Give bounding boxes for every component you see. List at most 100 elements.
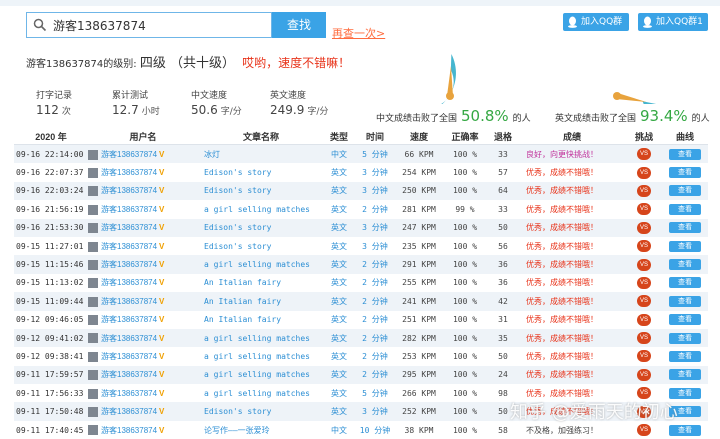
user-link[interactable]: 游客138637874 [101,407,157,416]
cell-curve[interactable]: 查看 [662,292,708,311]
cell-challenge[interactable]: VS [626,200,662,219]
user-link[interactable]: 游客138637874 [101,370,157,379]
cell-article-title[interactable]: Edison's story [198,181,324,201]
cell-user[interactable]: 游客138637874 V [88,273,198,293]
cell-challenge[interactable]: VS [626,365,662,385]
vs-challenge-button[interactable]: VS [637,332,651,345]
cell-curve[interactable]: 查看 [662,347,708,366]
cell-article-title[interactable]: a girl selling matches [198,255,324,274]
vs-challenge-button[interactable]: VS [637,424,651,437]
cell-article-title[interactable]: An Italian fairy [198,273,324,293]
vs-challenge-button[interactable]: VS [637,350,651,363]
cell-challenge[interactable]: VS [626,292,662,311]
join-qq-group-2-button[interactable]: 加入QQ群2 [563,13,629,45]
user-link[interactable]: 游客138637874 [101,260,157,269]
cell-user[interactable]: 游客138637874 V [88,200,198,219]
cell-article-title[interactable]: a girl selling matches [198,200,324,219]
view-curve-button[interactable]: 查看 [669,240,701,252]
cell-curve[interactable]: 查看 [662,310,708,329]
user-link[interactable]: 游客138637874 [101,426,157,435]
cell-user[interactable]: 游客138637874 V [88,384,198,403]
view-curve-button[interactable]: 查看 [669,167,701,179]
cell-challenge[interactable]: VS [626,144,662,164]
cell-article-title[interactable]: 论写作——一张爱玲 [198,420,324,439]
vs-challenge-button[interactable]: VS [637,295,651,308]
cell-user[interactable]: 游客138637874 V [88,365,198,385]
view-curve-button[interactable]: 查看 [669,369,701,381]
cell-user[interactable]: 游客138637874 V [88,328,198,348]
cell-user[interactable]: 游客138637874 V [88,236,198,256]
view-curve-button[interactable]: 查看 [669,222,701,234]
cell-user[interactable]: 游客138637874 V [88,255,198,274]
cell-article-title[interactable]: a girl selling matches [198,347,324,366]
cell-curve[interactable]: 查看 [662,218,708,237]
view-curve-button[interactable]: 查看 [669,277,701,289]
user-link[interactable]: 游客138637874 [101,186,157,195]
view-curve-button[interactable]: 查看 [669,350,701,362]
cell-challenge[interactable]: VS [626,328,662,348]
cell-user[interactable]: 游客138637874 V [88,218,198,237]
cell-user[interactable]: 游客138637874 V [88,402,198,421]
cell-article-title[interactable]: Edison's story [198,218,324,237]
cell-article-title[interactable]: Edison's story [198,163,324,182]
cell-user[interactable]: 游客138637874 V [88,310,198,329]
cell-challenge[interactable]: VS [626,273,662,293]
cell-curve[interactable]: 查看 [662,365,708,385]
join-qq-group-1-button[interactable]: 加入QQ群1 [638,13,708,31]
cell-article-title[interactable]: An Italian fairy [198,310,324,329]
cell-challenge[interactable]: VS [626,310,662,329]
vs-challenge-button[interactable]: VS [637,368,651,381]
view-curve-button[interactable]: 查看 [669,295,701,307]
cell-challenge[interactable]: VS [626,236,662,256]
cell-article-title[interactable]: 冰灯 [198,144,324,164]
cell-challenge[interactable]: VS [626,255,662,274]
cell-challenge[interactable]: VS [626,181,662,201]
view-curve-button[interactable]: 查看 [669,203,701,215]
user-link[interactable]: 游客138637874 [101,168,157,177]
cell-curve[interactable]: 查看 [662,328,708,348]
vs-challenge-button[interactable]: VS [637,313,651,326]
vs-challenge-button[interactable]: VS [637,184,651,197]
user-link[interactable]: 游客138637874 [101,352,157,361]
user-link[interactable]: 游客138637874 [101,223,157,232]
cell-curve[interactable]: 查看 [662,236,708,256]
vs-challenge-button[interactable]: VS [637,240,651,253]
view-curve-button[interactable]: 查看 [669,259,701,271]
user-link[interactable]: 游客138637874 [101,315,157,324]
vs-challenge-button[interactable]: VS [637,148,651,161]
cell-challenge[interactable]: VS [626,347,662,366]
search-again-link[interactable]: 再查一次> [332,25,385,41]
user-link[interactable]: 游客138637874 [101,242,157,251]
view-curve-button[interactable]: 查看 [669,148,701,160]
cell-article-title[interactable]: Edison's story [198,402,324,421]
view-curve-button[interactable]: 查看 [669,332,701,344]
search-input[interactable]: 游客138637874 [53,17,146,34]
cell-user[interactable]: 游客138637874 V [88,347,198,366]
cell-article-title[interactable]: An Italian fairy [198,292,324,311]
cell-article-title[interactable]: a girl selling matches [198,384,324,403]
user-link[interactable]: 游客138637874 [101,389,157,398]
user-link[interactable]: 游客138637874 [101,205,157,214]
cell-curve[interactable]: 查看 [662,181,708,201]
vs-challenge-button[interactable]: VS [637,166,651,179]
user-link[interactable]: 游客138637874 [101,150,157,159]
cell-curve[interactable]: 查看 [662,273,708,293]
user-link[interactable]: 游客138637874 [101,278,157,287]
cell-user[interactable]: 游客138637874 V [88,292,198,311]
cell-user[interactable]: 游客138637874 V [88,181,198,201]
cell-curve[interactable]: 查看 [662,144,708,164]
user-link[interactable]: 游客138637874 [101,334,157,343]
cell-article-title[interactable]: a girl selling matches [198,328,324,348]
user-link[interactable]: 游客138637874 [101,297,157,306]
view-curve-button[interactable]: 查看 [669,424,701,436]
view-curve-button[interactable]: 查看 [669,314,701,326]
vs-challenge-button[interactable]: VS [637,221,651,234]
cell-user[interactable]: 游客138637874 V [88,420,198,439]
cell-curve[interactable]: 查看 [662,255,708,274]
cell-article-title[interactable]: Edison's story [198,236,324,256]
vs-challenge-button[interactable]: VS [637,258,651,271]
search-box[interactable]: 游客138637874 [26,12,272,38]
view-curve-button[interactable]: 查看 [669,185,701,197]
cell-challenge[interactable]: VS [626,218,662,237]
cell-article-title[interactable]: a girl selling matches [198,365,324,385]
